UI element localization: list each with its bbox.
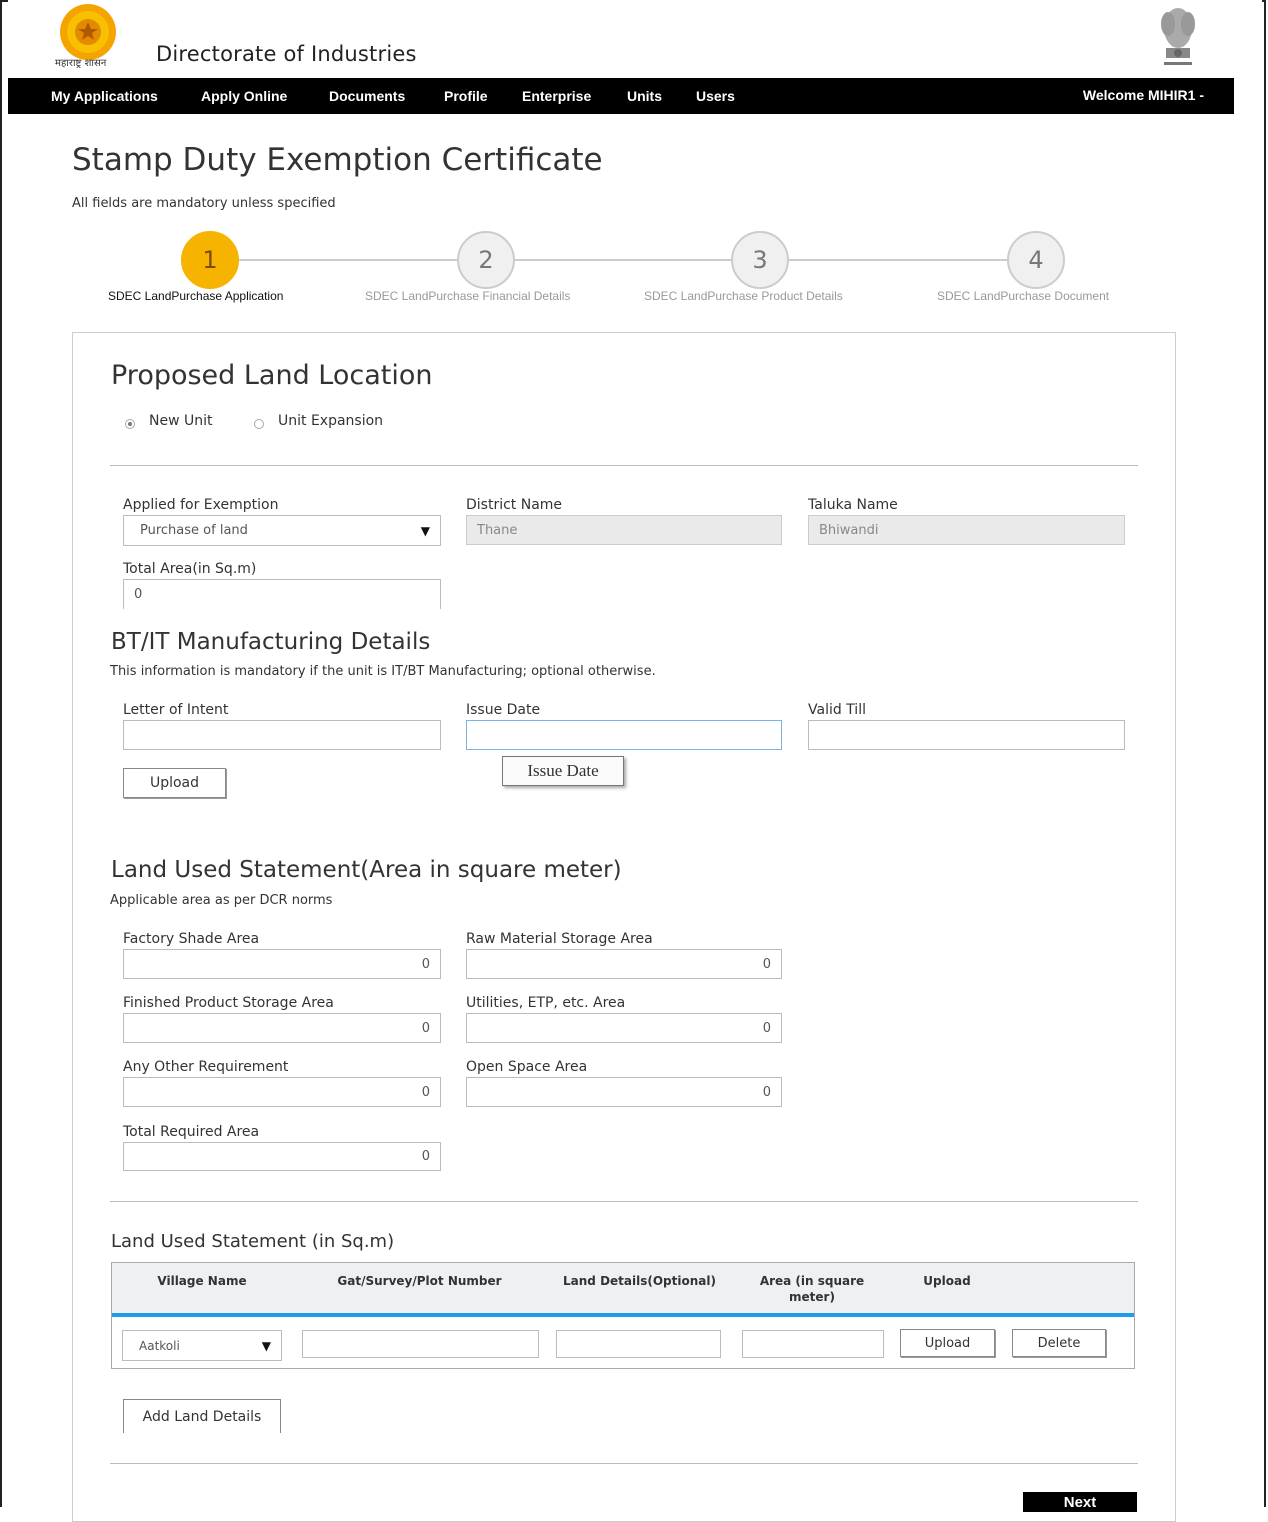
loi-upload-button[interactable]: Upload — [123, 768, 226, 798]
taluka-name-field: Bhiwandi — [808, 515, 1125, 545]
divider — [110, 465, 1138, 466]
nav-my-applications[interactable]: My Applications — [51, 88, 158, 104]
caret-down-icon: ▼ — [420, 523, 430, 538]
step-1-circle[interactable]: 1 — [181, 231, 239, 289]
step-connector — [789, 259, 1007, 261]
step-connector — [239, 259, 457, 261]
open-space-label: Open Space Area — [466, 1059, 588, 1075]
page-title: Stamp Duty Exemption Certificate — [72, 142, 603, 178]
utilities-value: 0 — [762, 1020, 771, 1036]
land-details-table: Village Name Gat/Survey/Plot Number Land… — [111, 1262, 1135, 1369]
factory-shade-value: 0 — [421, 956, 430, 972]
raw-material-input[interactable]: 0 — [466, 949, 782, 979]
village-select[interactable]: Aatkoli ▼ — [122, 1330, 282, 1361]
land-table-title: Land Used Statement (in Sq.m) — [111, 1231, 395, 1252]
nav-documents[interactable]: Documents — [329, 88, 405, 104]
gat-survey-input[interactable] — [302, 1330, 539, 1358]
nav-profile[interactable]: Profile — [444, 88, 488, 104]
step-2-circle[interactable]: 2 — [457, 231, 515, 289]
applied-exemption-select[interactable]: Purchase of land ▼ — [123, 515, 441, 546]
nav-enterprise[interactable]: Enterprise — [522, 88, 591, 104]
taluka-name-value: Bhiwandi — [819, 522, 879, 538]
land-used-section-title: Land Used Statement(Area in square meter… — [111, 857, 622, 883]
row-delete-button[interactable]: Delete — [1012, 1329, 1106, 1357]
main-nav: My Applications Apply Online Documents P… — [8, 78, 1234, 114]
valid-till-label: Valid Till — [808, 702, 866, 718]
other-requirement-input[interactable]: 0 — [123, 1077, 441, 1107]
finished-product-input[interactable]: 0 — [123, 1013, 441, 1043]
area-input[interactable] — [742, 1330, 884, 1358]
welcome-user-menu[interactable]: Welcome MIHIR1 - — [1083, 87, 1204, 103]
add-land-details-button[interactable]: Add Land Details — [123, 1399, 281, 1433]
land-details-input[interactable] — [556, 1330, 721, 1358]
total-area-label: Total Area(in Sq.m) — [123, 561, 257, 577]
utilities-label: Utilities, ETP, etc. Area — [466, 995, 626, 1011]
factory-shade-label: Factory Shade Area — [123, 931, 260, 947]
location-section-title: Proposed Land Location — [111, 360, 433, 391]
total-area-input[interactable]: 0 — [123, 579, 441, 609]
caret-down-icon: ▼ — [261, 1338, 271, 1353]
issue-date-tooltip: Issue Date — [502, 756, 624, 786]
finished-product-value: 0 — [421, 1020, 430, 1036]
btit-note: This information is mandatory if the uni… — [110, 664, 656, 679]
col-area: Area (in square meter) — [759, 1274, 865, 1304]
total-required-label: Total Required Area — [123, 1124, 260, 1140]
step-2-label: SDEC LandPurchase Financial Details — [365, 289, 571, 303]
raw-material-label: Raw Material Storage Area — [466, 931, 653, 947]
btit-section-title: BT/IT Manufacturing Details — [111, 629, 431, 655]
valid-till-input[interactable] — [808, 720, 1125, 750]
village-value: Aatkoli — [139, 1338, 180, 1353]
open-space-input[interactable]: 0 — [466, 1077, 782, 1107]
col-upload: Upload — [923, 1274, 971, 1288]
applied-exemption-value: Purchase of land — [140, 523, 248, 538]
other-requirement-value: 0 — [421, 1084, 430, 1100]
letter-of-intent-label: Letter of Intent — [123, 702, 229, 718]
step-4-label: SDEC LandPurchase Document — [937, 289, 1110, 303]
total-area-value: 0 — [134, 587, 143, 602]
new-unit-label: New Unit — [149, 413, 213, 429]
other-requirement-label: Any Other Requirement — [123, 1059, 289, 1075]
site-title: Directorate of Industries — [156, 42, 417, 66]
col-village-name: Village Name — [157, 1274, 247, 1288]
land-used-note: Applicable area as per DCR norms — [110, 893, 333, 908]
national-emblem-icon — [1161, 8, 1195, 65]
issue-date-input[interactable] — [466, 720, 782, 750]
step-connector — [515, 259, 731, 261]
factory-shade-input[interactable]: 0 — [123, 949, 441, 979]
nav-users[interactable]: Users — [696, 88, 735, 104]
mandatory-note: All fields are mandatory unless specifie… — [72, 196, 336, 211]
new-unit-radio[interactable] — [125, 419, 135, 429]
step-1-label: SDEC LandPurchase Application — [108, 289, 284, 303]
step-3-circle[interactable]: 3 — [731, 231, 789, 289]
table-header: Village Name Gat/Survey/Plot Number Land… — [112, 1263, 1134, 1313]
step-4-circle[interactable]: 4 — [1007, 231, 1065, 289]
divider — [110, 1201, 1138, 1202]
site-header: महाराष्ट्र शासन Directorate of Industrie… — [8, 0, 1262, 78]
raw-material-value: 0 — [762, 956, 771, 972]
letter-of-intent-input[interactable] — [123, 720, 441, 750]
row-upload-button[interactable]: Upload — [900, 1329, 995, 1357]
unit-expansion-radio[interactable] — [254, 419, 264, 429]
district-name-value: Thane — [477, 522, 518, 538]
nav-units[interactable]: Units — [627, 88, 662, 104]
utilities-input[interactable]: 0 — [466, 1013, 782, 1043]
table-header-bar — [112, 1313, 1134, 1317]
issue-date-label: Issue Date — [466, 702, 541, 718]
col-land-details: Land Details(Optional) — [563, 1274, 716, 1288]
divider — [110, 1463, 1138, 1464]
district-name-label: District Name — [466, 497, 563, 513]
total-required-input[interactable]: 0 — [123, 1142, 441, 1171]
open-space-value: 0 — [762, 1084, 771, 1100]
state-name-text: महाराष्ट्र शासन — [55, 58, 107, 69]
nav-apply-online[interactable]: Apply Online — [201, 88, 287, 104]
unit-expansion-label: Unit Expansion — [278, 413, 384, 429]
applied-exemption-label: Applied for Exemption — [123, 497, 279, 513]
next-button[interactable]: Next — [1023, 1492, 1137, 1512]
step-3-label: SDEC LandPurchase Product Details — [644, 289, 843, 303]
total-required-value: 0 — [421, 1149, 430, 1164]
finished-product-label: Finished Product Storage Area — [123, 995, 334, 1011]
taluka-name-label: Taluka Name — [808, 497, 898, 513]
col-gat-survey: Gat/Survey/Plot Number — [337, 1274, 502, 1288]
district-name-field: Thane — [466, 515, 782, 545]
